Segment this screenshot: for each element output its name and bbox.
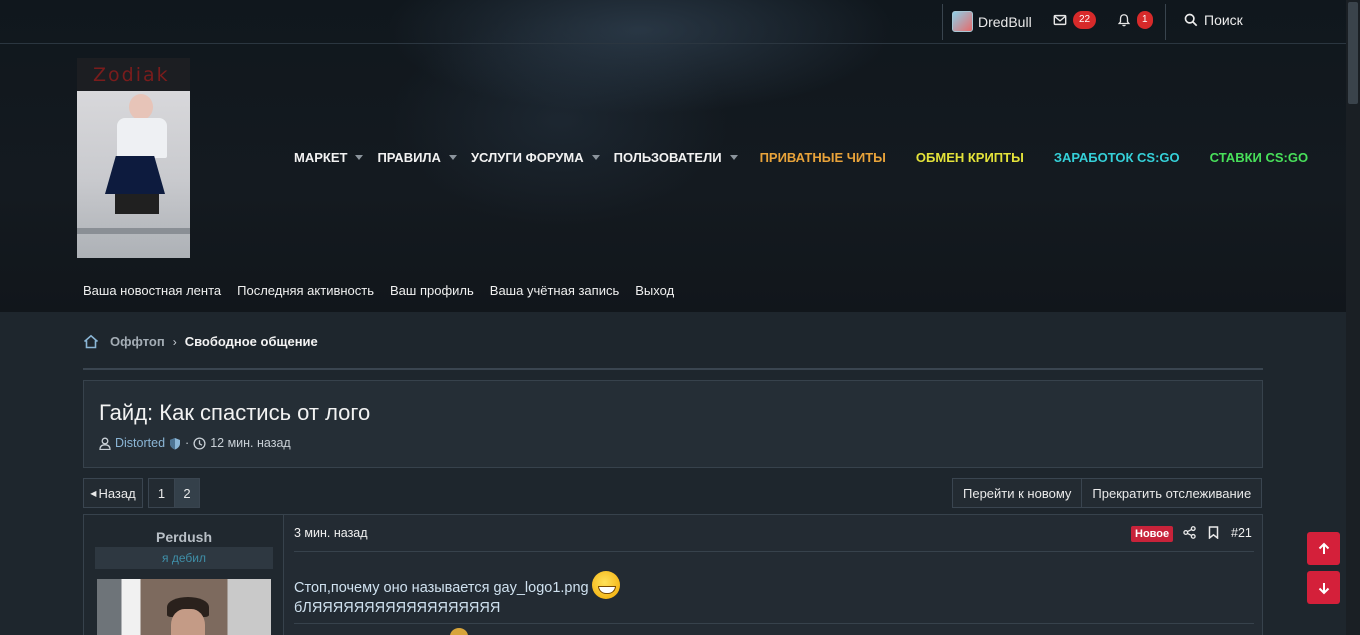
thread-meta: Distorted · 12 мин. назад (99, 436, 291, 450)
page-scrollbar[interactable] (1346, 0, 1360, 635)
subnav-logout[interactable]: Выход (635, 283, 674, 298)
nav-item-csgo-earnings[interactable]: ЗАРАБОТОК CS:GO (1054, 150, 1180, 165)
alerts-link[interactable]: 1 (1117, 11, 1153, 29)
nav-item-private-cheats[interactable]: ПРИВАТНЫЕ ЧИТЫ (760, 150, 886, 165)
breadcrumb-offtopic[interactable]: Оффтоп (110, 334, 165, 349)
share-icon[interactable] (1183, 526, 1196, 539)
post-line-1: Стоп,почему оно называется gay_logo1.png (294, 580, 589, 596)
caret-left-icon: ◀ (90, 488, 97, 498)
nav-label: ОБМЕН КРИПТЫ (915, 150, 1024, 165)
goto-new-button[interactable]: Перейти к новому (952, 478, 1083, 508)
thread-author[interactable]: Distorted (115, 436, 165, 450)
post-divider (294, 551, 1254, 552)
post-message: Стоп,почему оно называется gay_logo1.png… (294, 571, 620, 618)
chevron-right-icon: › (172, 334, 177, 349)
post-number[interactable]: #21 (1231, 526, 1252, 540)
bell-icon (1117, 14, 1131, 27)
chevron-down-icon[interactable] (729, 155, 738, 160)
topbar-divider (1165, 4, 1166, 40)
logo-text: Zodiak (93, 64, 170, 86)
bookmark-icon[interactable] (1208, 526, 1219, 539)
top-bar: DredBull 22 1 Поиск (0, 0, 1346, 44)
post-21: Perdush я дебил 3 мин. назад Новое #21 С… (83, 514, 1263, 635)
unwatch-button[interactable]: Прекратить отслеживание (1082, 478, 1263, 508)
nav-label: СТАВКИ CS:GO (1209, 150, 1309, 165)
chevron-down-icon[interactable] (448, 155, 457, 160)
new-badge: Новое (1131, 526, 1174, 542)
logo-rail (77, 228, 190, 234)
main-nav: МАРКЕТ ПРАВИЛА УСЛУГИ ФОРУМА ПОЛЬЗОВАТЕЛ… (294, 150, 1322, 165)
logo-figure-legs (115, 194, 159, 214)
nav-label: ПОЛЬЗОВАТЕЛИ (613, 150, 722, 165)
thread-header: Гайд: Как спастись от лого Distorted · 1… (83, 380, 1263, 468)
username-label: DredBull (978, 13, 1032, 30)
post-user-avatar[interactable] (97, 579, 271, 635)
logo-figure-top (117, 118, 167, 158)
thread-title: Гайд: Как спастись от лого (99, 400, 371, 425)
nav-label: ПРАВИЛА (377, 150, 441, 165)
grin-emoji-icon (591, 571, 620, 599)
post-divider (294, 623, 1254, 624)
search-label: Поиск (1204, 12, 1243, 28)
scroll-bottom-button[interactable] (1307, 571, 1340, 604)
site-logo[interactable]: Zodiak (77, 58, 190, 258)
arrow-up-icon (1318, 542, 1329, 554)
chevron-down-icon[interactable] (355, 155, 364, 160)
messages-link[interactable]: 22 (1053, 11, 1097, 29)
messages-badge: 22 (1073, 11, 1097, 29)
nav-item-csgo-bets[interactable]: СТАВКИ CS:GO (1210, 150, 1308, 165)
search-link[interactable]: Поиск (1184, 12, 1243, 28)
user-icon (99, 437, 111, 450)
nav-label: ЗАРАБОТОК CS:GO (1053, 150, 1180, 165)
subnav-your-profile[interactable]: Ваш профиль (390, 283, 474, 298)
breadcrumb-divider (83, 368, 1263, 370)
pagination-page-2[interactable]: 2 (174, 478, 200, 508)
nav-label: МАРКЕТ (294, 150, 348, 165)
nav-item-crypto-exchange[interactable]: ОБМЕН КРИПТЫ (916, 150, 1024, 165)
topbar-divider (942, 4, 943, 40)
nav-item-users[interactable]: ПОЛЬЗОВАТЕЛИ (614, 150, 738, 165)
avatar-face (171, 609, 205, 635)
subnav-latest-activity[interactable]: Последняя активность (237, 283, 374, 298)
back-label: Назад (98, 485, 136, 501)
user-menu-link[interactable]: DredBull (952, 11, 1032, 32)
search-icon (1184, 13, 1198, 27)
subnav-your-account[interactable]: Ваша учётная запись (490, 283, 619, 298)
nav-item-services[interactable]: УСЛУГИ ФОРУМА (471, 150, 600, 165)
home-icon[interactable] (83, 334, 99, 349)
nav-item-rules[interactable]: ПРАВИЛА (377, 150, 457, 165)
thread-time[interactable]: 12 мин. назад (210, 436, 291, 450)
breadcrumb-free-talk[interactable]: Свободное общение (185, 334, 318, 349)
post-user-title: я дебил (95, 547, 273, 569)
shield-icon (170, 437, 181, 449)
envelope-icon (1053, 14, 1067, 26)
subnav-news-feed[interactable]: Ваша новостная лента (83, 283, 221, 298)
nav-label: УСЛУГИ ФОРУМА (470, 150, 584, 165)
post-username[interactable]: Perdush (84, 529, 284, 545)
emoji-icon (450, 628, 468, 635)
pagination-page-1[interactable]: 1 (148, 478, 174, 508)
meta-separator: · (185, 436, 190, 450)
nav-item-market[interactable]: МАРКЕТ (294, 150, 364, 165)
arrow-down-icon (1318, 582, 1329, 594)
logo-figure-skirt (105, 156, 165, 194)
post-user-panel: Perdush я дебил (84, 515, 284, 635)
scrollbar-thumb[interactable] (1348, 2, 1358, 104)
thread-actions: Перейти к новому Прекратить отслеживание (952, 478, 1263, 508)
scroll-top-button[interactable] (1307, 532, 1340, 565)
alerts-badge: 1 (1137, 11, 1153, 29)
nav-label: ПРИВАТНЫЕ ЧИТЫ (759, 150, 886, 165)
sub-nav: Ваша новостная лента Последняя активност… (83, 283, 674, 298)
pagination: ◀ Назад 1 2 (83, 478, 200, 508)
post-line-2: бЛЯЯЯЯЯЯЯЯЯЯЯЯЯЯЯЯЯЯ (294, 600, 501, 616)
logo-figure-head (129, 94, 153, 120)
breadcrumb: Оффтоп › Свободное общение (83, 334, 318, 349)
chevron-down-icon[interactable] (591, 155, 600, 160)
clock-icon (193, 436, 206, 450)
post-time[interactable]: 3 мин. назад (294, 526, 368, 540)
user-avatar (952, 11, 973, 32)
pagination-back-button[interactable]: ◀ Назад (83, 478, 143, 508)
